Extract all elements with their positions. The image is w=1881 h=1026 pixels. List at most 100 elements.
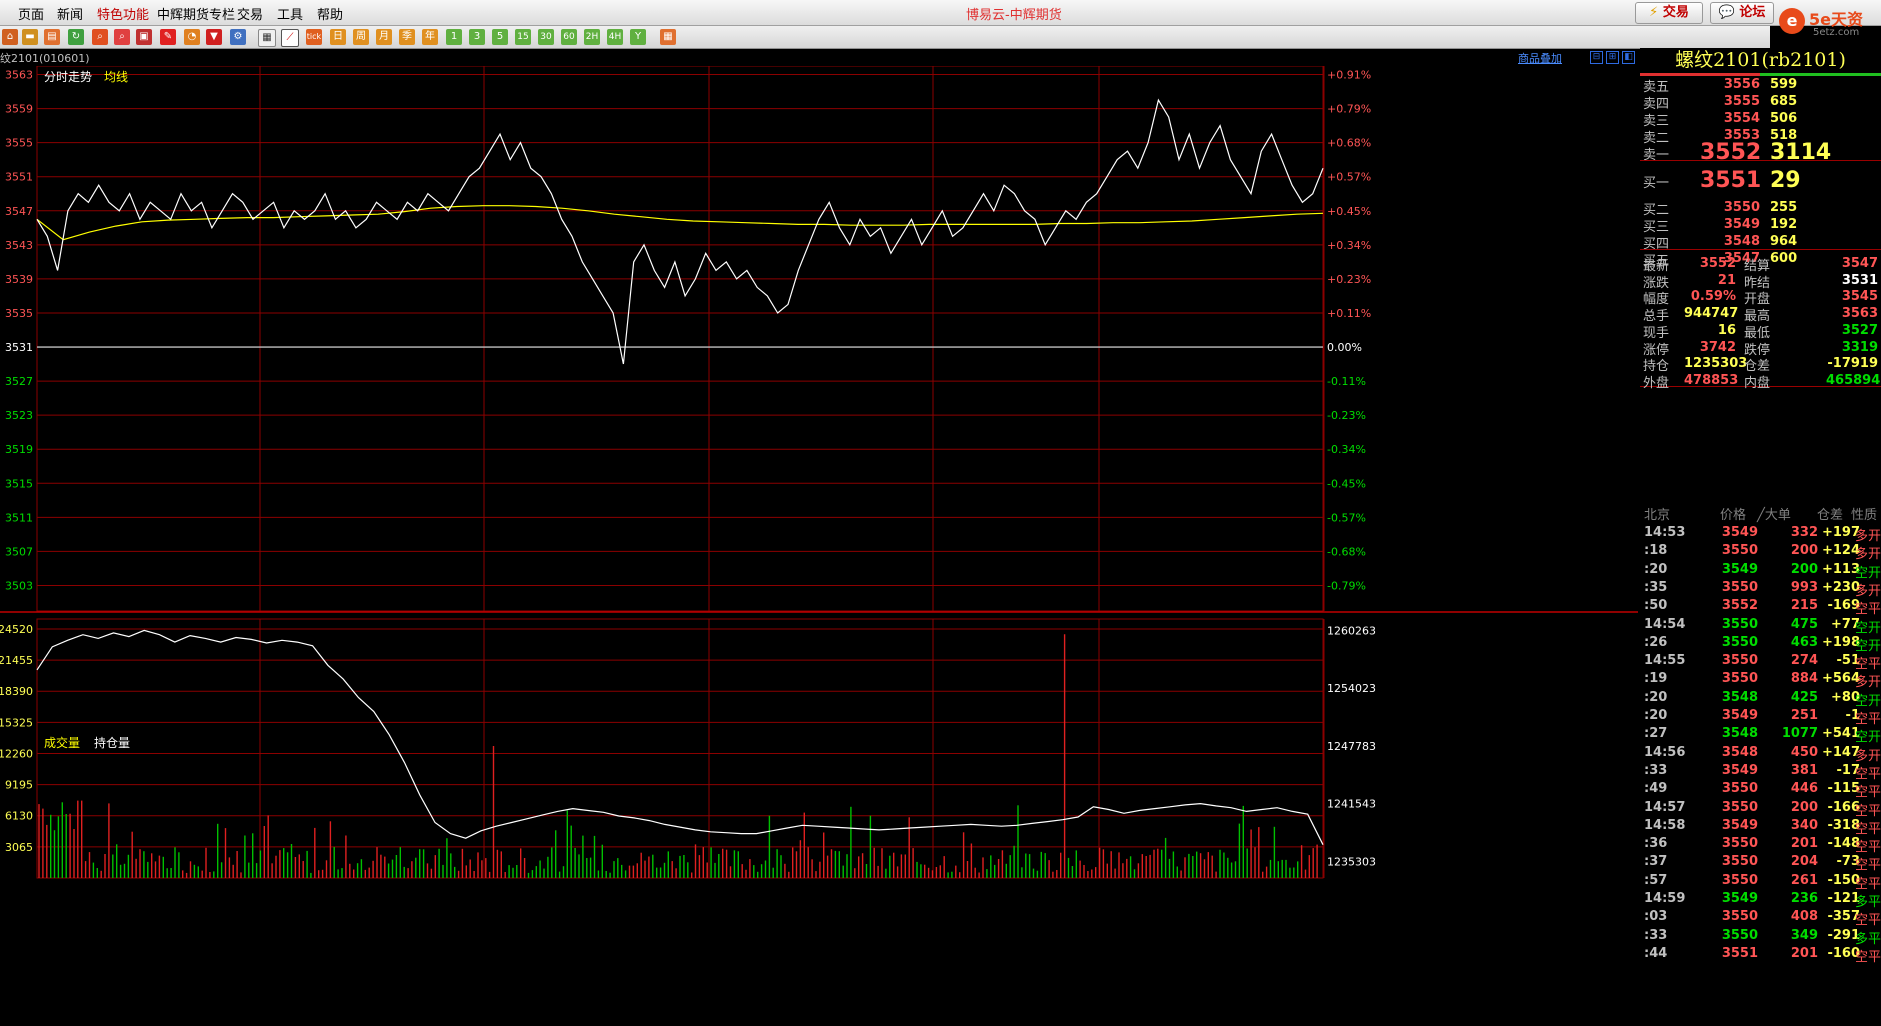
symbol-title: 螺纹2101(rb2101) [1675, 49, 1846, 71]
stat-key: 内盘 [1744, 375, 1771, 391]
trade-button[interactable]: ⚡ 交易 [1635, 2, 1703, 24]
refresh-icon[interactable]: ↻ [68, 29, 84, 45]
trade-volume: 450 [1790, 744, 1818, 760]
calendar-icon[interactable]: ▦ [660, 29, 676, 45]
chart-grid [0, 66, 1638, 879]
forum-button[interactable]: 💬 论坛 [1710, 2, 1774, 24]
period-y-icon[interactable]: Y [630, 29, 646, 45]
period-15-icon[interactable]: 15 [515, 29, 531, 45]
table-icon[interactable]: ▦ [258, 29, 276, 47]
timeshare-icon[interactable]: ⟋ [281, 29, 299, 47]
price-tick-label: 3503 [5, 579, 33, 592]
trade-volume: 1077 [1781, 726, 1818, 742]
level-volume: 29 [1770, 168, 1801, 193]
trade-volume: 251 [1790, 708, 1818, 723]
trade-time: :26 [1644, 634, 1668, 650]
trade-volume: 200 [1790, 561, 1818, 577]
pct-tick-label: -0.34% [1327, 443, 1366, 456]
panel-toggle-icon[interactable]: ◧ [1622, 51, 1635, 64]
window-icon[interactable]: ▣ [136, 29, 152, 45]
trade-price: 3548 [1721, 689, 1758, 705]
period-60-icon[interactable]: 60 [561, 29, 577, 45]
price-tick-label: 3555 [5, 137, 33, 150]
trade-row[interactable]: :44 3551 201 -160 空平 [1640, 943, 1881, 965]
trade-time: :44 [1644, 945, 1668, 961]
layout-icon[interactable]: ⊟ [1590, 51, 1603, 64]
pct-tick-label: -0.57% [1327, 511, 1366, 524]
trade-price: 3549 [1721, 708, 1758, 723]
period-3-icon[interactable]: 3 [469, 29, 485, 45]
volume-tick-label: 15325 [0, 716, 33, 729]
trade-time: :20 [1644, 689, 1668, 705]
trade-price: 3549 [1721, 762, 1758, 778]
period-2h-icon[interactable]: 2H [584, 29, 600, 45]
period-4h-icon[interactable]: 4H [607, 29, 623, 45]
trade-volume: 215 [1790, 598, 1818, 614]
level-volume: 599 [1770, 77, 1798, 92]
level-volume: 685 [1770, 94, 1798, 109]
trade-price: 3550 [1721, 854, 1758, 870]
search-icon[interactable]: ⌕ [92, 29, 108, 45]
home-icon[interactable]: ⌂ [2, 29, 18, 45]
menu-trade[interactable]: 交易 [237, 4, 263, 23]
trade-time: 14:56 [1644, 744, 1686, 760]
trade-time: 14:55 [1644, 653, 1686, 669]
price-tick-label: 3551 [5, 171, 33, 184]
period-30-icon[interactable]: 30 [538, 29, 554, 45]
stat-row: 外盘 478853 内盘 465894 [1640, 370, 1881, 391]
weekly-icon[interactable]: 周 [353, 29, 369, 45]
menu-zhonghui-column[interactable]: 中辉期货专栏 [157, 4, 235, 23]
menu-news[interactable]: 新闻 [57, 4, 83, 23]
trade-price: 3549 [1721, 561, 1758, 577]
trade-time: 14:58 [1644, 817, 1686, 833]
menu-tools[interactable]: 工具 [277, 4, 303, 23]
trade-price: 3550 [1721, 927, 1758, 943]
filter-icon[interactable]: ▼ [206, 29, 222, 45]
quote-panel: 螺纹2101(rb2101) 卖五 3556 599 卖四 3555 685 卖三 3554 5… [1640, 48, 1881, 1026]
trade-time: :33 [1644, 762, 1668, 778]
pct-tick-label: +0.11% [1327, 307, 1371, 320]
trade-price: 3550 [1721, 634, 1758, 650]
period-1-icon[interactable]: 1 [446, 29, 462, 45]
pencil-icon[interactable]: ✎ [160, 29, 176, 45]
trade-time: :50 [1644, 598, 1668, 614]
layout-split-icon[interactable]: ⊞ [1606, 51, 1619, 64]
book-icon[interactable]: ▤ [44, 29, 60, 45]
yearly-icon[interactable]: 年 [422, 29, 438, 45]
trade-price: 3550 [1721, 799, 1758, 815]
price-line [36, 98, 1324, 365]
trade-volume: 425 [1790, 689, 1818, 705]
daily-icon[interactable]: 日 [330, 29, 346, 45]
zoom-out-icon[interactable]: ⌕ [114, 29, 130, 45]
tag-icon[interactable]: ▬ [22, 29, 38, 45]
trade-price: 3549 [1721, 891, 1758, 906]
volume-tick-label: 12260 [0, 747, 33, 760]
monthly-icon[interactable]: 月 [376, 29, 392, 45]
settings-icon[interactable]: ⚙ [230, 29, 246, 45]
menu-page[interactable]: 页面 [18, 4, 44, 23]
trade-nature: 空平 [1854, 949, 1881, 965]
bid-row[interactable]: 买一 3551 29 [1640, 168, 1881, 193]
lightning-icon: ⚡ [1649, 5, 1659, 20]
overlay-link[interactable]: 商品叠加 [1518, 50, 1562, 66]
trade-time: :19 [1644, 671, 1668, 687]
trade-volume: 408 [1790, 909, 1818, 925]
level-price: 3550 [1723, 200, 1760, 215]
pct-tick-label: 0.00% [1327, 341, 1362, 354]
ask-row[interactable]: 卖一 3552 3114 [1640, 140, 1881, 165]
intraday-chart[interactable]: 3563 3559 3555 3551 3547 3543 3539 3535 3531 3527… [0, 66, 1638, 1026]
trade-volume: 340 [1790, 817, 1818, 833]
palette-icon[interactable]: ◔ [184, 29, 200, 45]
trade-price: 3550 [1721, 836, 1758, 852]
menu-features[interactable]: 特色功能 [97, 4, 149, 23]
chat-bubble-icon: 💬 [1718, 5, 1735, 20]
app-title: 博易云-中辉期货 [966, 8, 1062, 23]
pct-tick-label: -0.79% [1327, 579, 1366, 592]
trade-price: 3550 [1721, 653, 1758, 669]
menu-help[interactable]: 帮助 [317, 4, 343, 23]
tick-icon[interactable]: tick [306, 29, 322, 45]
quarterly-icon[interactable]: 季 [399, 29, 415, 45]
period-5-icon[interactable]: 5 [492, 29, 508, 45]
volume-tick-label: 6130 [5, 810, 33, 823]
trade-price: 3549 [1721, 817, 1758, 833]
